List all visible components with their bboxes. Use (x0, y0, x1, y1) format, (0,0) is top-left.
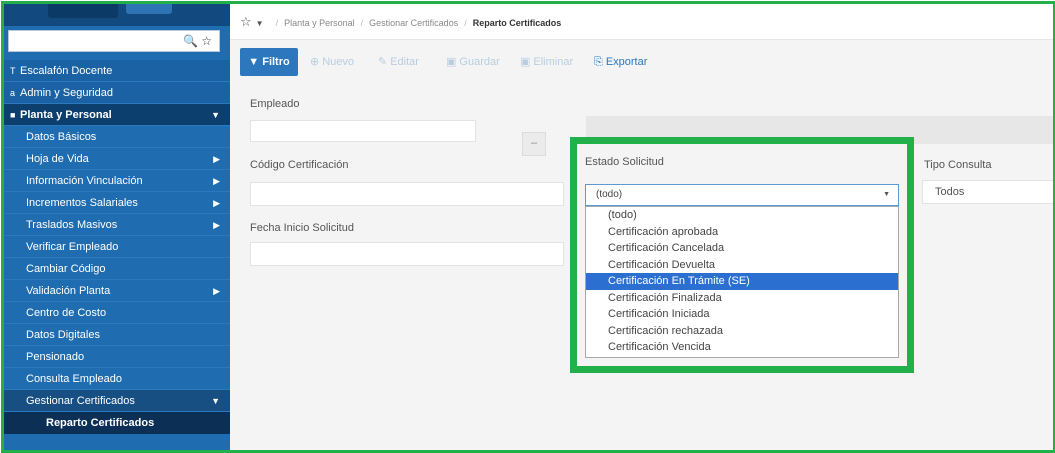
plus-icon: ⊕ (310, 56, 320, 68)
empleado-lookup-button[interactable]: – (522, 132, 546, 156)
screenshot-frame: 🔍☆ T Escalafón Docente a Admin y Seguridad ■… (1, 1, 1055, 453)
breadcrumb: ☆ ▼ / Planta y Personal / Gestionar Certifica… (230, 4, 1053, 40)
sidebar-item-label: Planta y Personal (20, 109, 112, 121)
codigo-input[interactable] (250, 182, 564, 206)
estado-option[interactable]: Certificación Vencida (586, 339, 898, 356)
breadcrumb-item[interactable]: Gestionar Certificados (369, 18, 458, 28)
estado-options-list: (todo) Certificación aprobada Certificació… (585, 206, 899, 358)
sidebar-subitem[interactable]: Validación Planta ▶ (4, 280, 230, 302)
sidebar-item-label: Datos Digitales (26, 329, 100, 341)
sidebar-item-label: Datos Básicos (26, 131, 97, 143)
save-icon: ▣ (446, 56, 457, 68)
sidebar-subitem[interactable]: Verificar Empleado (4, 236, 230, 258)
chevron-down-icon[interactable]: ▼ (256, 19, 264, 28)
empleado-input[interactable] (250, 120, 476, 142)
export-icon: ⎘ (594, 56, 603, 68)
estado-option[interactable]: Certificación En Trámite (SE) (586, 273, 898, 290)
sidebar-subitem[interactable]: Hoja de Vida ▶ (4, 148, 230, 170)
sidebar-subitem[interactable]: Consulta Empleado (4, 368, 230, 390)
favorite-star-icon[interactable]: ☆ (240, 14, 252, 29)
estado-select[interactable]: (todo) ▼ (585, 184, 899, 206)
estado-option[interactable]: Certificación Finalizada (586, 290, 898, 307)
sidebar-subitem[interactable]: Información Vinculación ▶ (4, 170, 230, 192)
sidebar-subitem[interactable]: Centro de Costo (4, 302, 230, 324)
breadcrumb-item[interactable]: Planta y Personal (284, 18, 355, 28)
sidebar-item-label: Hoja de Vida (26, 153, 89, 165)
fecha-label: Fecha Inicio Solicitud (250, 222, 354, 234)
sidebar-item-active[interactable]: Reparto Certificados (4, 412, 230, 434)
sidebar-item-label: Consulta Empleado (26, 373, 123, 385)
sidebar-subitem[interactable]: Cambiar Código (4, 258, 230, 280)
sidebar-item-label: Centro de Costo (26, 307, 107, 319)
sidebar-subitem[interactable]: Gestionar Certificados ▼ (4, 390, 230, 412)
sidebar-item[interactable]: T Escalafón Docente (4, 60, 230, 82)
sidebar-item[interactable]: a Admin y Seguridad (4, 82, 230, 104)
sidebar-menu: T Escalafón Docente a Admin y Seguridad ■ Pla… (4, 60, 230, 434)
search-icon[interactable]: 🔍☆ (183, 34, 215, 48)
menu-search-input[interactable]: 🔍☆ (8, 30, 220, 52)
sidebar-item-label: Pensionado (26, 351, 85, 363)
chevron-right-icon: ▶ (213, 154, 220, 164)
tipo-consulta-label: Tipo Consulta (924, 159, 992, 171)
sidebar-tab[interactable] (126, 4, 172, 14)
empleado-label: Empleado (250, 98, 300, 110)
sidebar-subitem[interactable]: Pensionado (4, 346, 230, 368)
estado-option[interactable]: Certificación Iniciada (586, 306, 898, 323)
chevron-right-icon: ▶ (213, 220, 220, 230)
estado-option[interactable]: Certificación aprobada (586, 224, 898, 241)
estado-select-value: (todo) (596, 189, 623, 200)
sidebar-item-label: Validación Planta (26, 285, 111, 297)
chevron-right-icon: ▶ (213, 176, 220, 186)
breadcrumb-current: Reparto Certificados (472, 18, 562, 28)
highlight-box: Estado Solicitud (todo) ▼ (todo) Certific… (570, 137, 914, 373)
chevron-down-icon: ▼ (883, 191, 890, 198)
trash-icon: ▣ (520, 56, 531, 68)
estado-option[interactable]: Certificación Cancelada (586, 240, 898, 257)
filter-icon: ▼ (248, 56, 263, 68)
sidebar-item-label: Escalafón Docente (20, 65, 113, 77)
sidebar-subitem[interactable]: Incrementos Salariales ▶ (4, 192, 230, 214)
estado-option[interactable]: Certificación rechazada (586, 323, 898, 340)
sidebar-tab[interactable] (48, 4, 118, 18)
chevron-right-icon: ▶ (213, 198, 220, 208)
chevron-down-icon: ▼ (211, 396, 220, 406)
export-button[interactable]: ⎘ Exportar (594, 48, 647, 76)
sidebar-header (4, 4, 230, 26)
edit-button[interactable]: ✎ Editar (378, 48, 419, 76)
sidebar-subitem[interactable]: Datos Digitales (4, 324, 230, 346)
codigo-label: Código Certificación (250, 159, 349, 171)
edit-icon: ✎ (378, 56, 388, 68)
sidebar-item-label: Gestionar Certificados (26, 395, 135, 407)
sidebar-item-label: Verificar Empleado (26, 241, 119, 253)
save-button[interactable]: ▣ Guardar (446, 48, 500, 76)
sidebar-item-label: Admin y Seguridad (20, 87, 113, 99)
sidebar: 🔍☆ T Escalafón Docente a Admin y Seguridad ■… (4, 4, 230, 450)
fecha-input[interactable] (250, 242, 564, 266)
sidebar-item[interactable]: ■ Planta y Personal ▼ (4, 104, 230, 126)
estado-option[interactable]: (todo) (586, 207, 898, 224)
sidebar-item-label: Traslados Masivos (26, 219, 118, 231)
sidebar-subitem[interactable]: Datos Básicos (4, 126, 230, 148)
chevron-down-icon: ▼ (211, 110, 220, 120)
main-content: ☆ ▼ / Planta y Personal / Gestionar Certifica… (230, 4, 1053, 450)
new-button[interactable]: ⊕ Nuevo (310, 48, 354, 76)
estado-option[interactable]: Certificación Devuelta (586, 257, 898, 274)
estado-label: Estado Solicitud (585, 156, 664, 168)
chevron-right-icon: ▶ (213, 286, 220, 296)
sidebar-item-label: Información Vinculación (26, 175, 143, 187)
sidebar-item-label: Incrementos Salariales (26, 197, 138, 209)
tipo-consulta-select[interactable]: Todos (922, 180, 1053, 204)
sidebar-subitem[interactable]: Traslados Masivos ▶ (4, 214, 230, 236)
sidebar-item-label: Cambiar Código (26, 263, 106, 275)
filter-button[interactable]: ▼ Filtro (240, 48, 298, 76)
delete-button[interactable]: ▣ Eliminar (520, 48, 573, 76)
